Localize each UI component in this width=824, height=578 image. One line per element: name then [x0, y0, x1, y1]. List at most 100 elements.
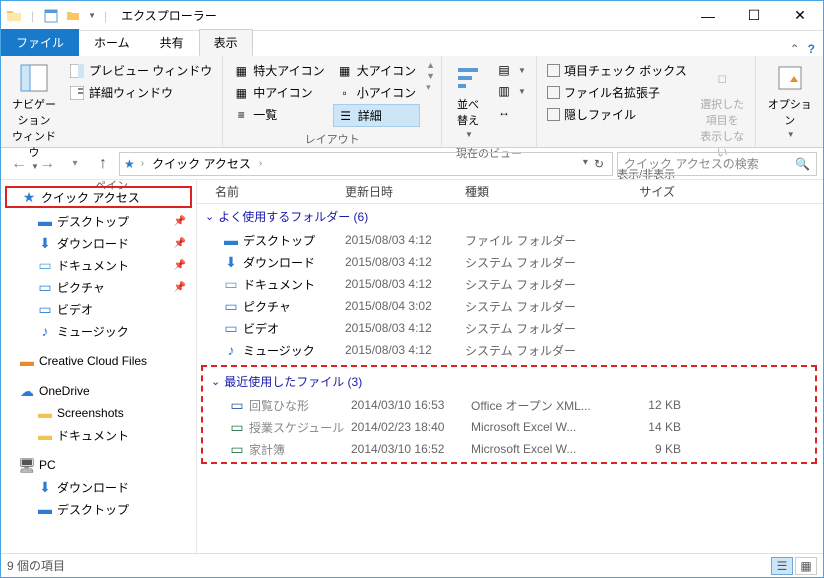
- sidebar-item-documents-od[interactable]: ▬ドキュメント: [1, 424, 196, 446]
- qat-dropdown-icon[interactable]: ▼: [86, 11, 96, 20]
- breadcrumb-arrow-icon[interactable]: ›: [257, 158, 264, 169]
- preview-pane-button[interactable]: プレビュー ウィンドウ: [65, 60, 216, 81]
- hidden-files-toggle[interactable]: 隠しファイル: [543, 104, 691, 125]
- column-type[interactable]: 種類: [465, 183, 615, 200]
- column-headers[interactable]: 名前 更新日時 種類 サイズ: [197, 180, 823, 204]
- navigation-pane[interactable]: ★ クイック アクセス ▬デスクトップ📌 ⬇ダウンロード📌 ▭ドキュメント📌 ▭…: [1, 180, 197, 553]
- sort-button[interactable]: 並べ替え ▼: [446, 58, 490, 143]
- file-size: 12 KB: [621, 398, 681, 412]
- view-medium-button[interactable]: ▦中アイコン: [229, 82, 328, 103]
- list-item[interactable]: ▭ドキュメント2015/08/03 4:12システム フォルダー: [197, 273, 823, 295]
- group-by-button[interactable]: ▤▼: [492, 60, 530, 80]
- sidebar-item-onedrive[interactable]: ☁OneDrive: [1, 380, 196, 402]
- list-item[interactable]: ▭ピクチャ2015/08/04 3:02システム フォルダー: [197, 295, 823, 317]
- close-button[interactable]: ✕: [777, 1, 823, 31]
- ribbon-group-label: レイアウト: [227, 129, 437, 149]
- excel-icon: ▭: [229, 441, 245, 457]
- pictures-icon: ▭: [37, 279, 53, 295]
- videos-icon: ▭: [37, 301, 53, 317]
- tab-share[interactable]: 共有: [145, 29, 199, 56]
- word-icon: ▭: [229, 397, 245, 413]
- breadcrumb-arrow-icon[interactable]: ›: [139, 158, 146, 169]
- column-name[interactable]: 名前: [215, 183, 345, 200]
- file-name: ダウンロード: [243, 254, 315, 271]
- address-dropdown-icon[interactable]: ▾: [583, 157, 588, 171]
- sidebar-item-screenshots[interactable]: ▬Screenshots: [1, 402, 196, 424]
- titlebar: | ▼ | エクスプローラー — ☐ ✕: [1, 1, 823, 31]
- view-details-button[interactable]: ☰詳細: [333, 104, 420, 127]
- layout-more-expand-icon[interactable]: ▾: [426, 82, 435, 93]
- maximize-button[interactable]: ☐: [731, 1, 777, 31]
- refresh-icon[interactable]: ↻: [590, 157, 608, 171]
- list-item[interactable]: ▭授業スケジュール2014/02/23 18:40Microsoft Excel…: [203, 416, 815, 438]
- file-date: 2015/08/03 4:12: [345, 321, 465, 335]
- sidebar-item-documents[interactable]: ▭ドキュメント📌: [1, 254, 196, 276]
- checkbox-icon: [547, 64, 560, 77]
- window-title: エクスプローラー: [115, 7, 685, 24]
- list-item[interactable]: ⬇ダウンロード2015/08/03 4:12システム フォルダー: [197, 251, 823, 273]
- list-item[interactable]: ▭ビデオ2015/08/03 4:12システム フォルダー: [197, 317, 823, 339]
- list-item[interactable]: ▭回覧ひな形2014/03/10 16:53Office オープン XML...…: [203, 394, 815, 416]
- search-input[interactable]: クイック アクセスの検索 🔍: [617, 152, 817, 176]
- layout-more-down-icon[interactable]: ▼: [426, 71, 435, 81]
- sidebar-item-desktop-pc[interactable]: ▬デスクトップ: [1, 498, 196, 520]
- help-icon[interactable]: ?: [808, 42, 815, 56]
- view-large-button[interactable]: ▦大アイコン: [333, 60, 420, 81]
- ribbon-collapse-icon[interactable]: ⌃: [790, 42, 800, 56]
- layout-more-up-icon[interactable]: ▲: [426, 60, 435, 70]
- qat-properties-icon[interactable]: [42, 7, 60, 25]
- sidebar-item-videos[interactable]: ▭ビデオ: [1, 298, 196, 320]
- qat-newfolder-icon[interactable]: [64, 7, 82, 25]
- add-columns-button[interactable]: ▥▼: [492, 81, 530, 101]
- column-size[interactable]: サイズ: [615, 183, 675, 200]
- forward-button[interactable]: →: [35, 152, 59, 176]
- address-box[interactable]: ★ › クイック アクセス › ▾ ↻: [119, 152, 613, 176]
- file-ext-toggle[interactable]: ファイル名拡張子: [543, 82, 691, 103]
- breadcrumb-segment[interactable]: クイック アクセス: [150, 155, 253, 172]
- group-frequent[interactable]: ⌄ よく使用するフォルダー (6): [197, 204, 823, 229]
- sidebar-item-music[interactable]: ♪ミュージック: [1, 320, 196, 342]
- file-size: 9 KB: [621, 442, 681, 456]
- list-item[interactable]: ▭家計簿2014/03/10 16:52Microsoft Excel W...…: [203, 438, 815, 460]
- view-small-button[interactable]: ▫小アイコン: [333, 82, 420, 103]
- group-recent[interactable]: ⌄ 最近使用したファイル (3): [203, 369, 815, 394]
- list-item[interactable]: ♪ミュージック2015/08/03 4:12システム フォルダー: [197, 339, 823, 361]
- details-view-toggle[interactable]: ☰: [771, 557, 793, 575]
- checkbox-icon: [547, 86, 560, 99]
- pictures-icon: ▭: [223, 298, 239, 314]
- back-button[interactable]: ←: [7, 152, 31, 176]
- view-list-button[interactable]: ≡一覧: [229, 104, 328, 125]
- sidebar-item-quick-access[interactable]: ★ クイック アクセス: [5, 186, 192, 208]
- sidebar-item-desktop[interactable]: ▬デスクトップ📌: [1, 210, 196, 232]
- list-item[interactable]: ▬デスクトップ2015/08/03 4:12ファイル フォルダー: [197, 229, 823, 251]
- sidebar-item-creative-cloud[interactable]: ▬Creative Cloud Files: [1, 350, 196, 372]
- item-checkboxes-toggle[interactable]: 項目チェック ボックス: [543, 60, 691, 81]
- options-button[interactable]: オプション ▼: [760, 58, 819, 143]
- file-name: デスクトップ: [243, 232, 315, 249]
- view-toggle: ☰ ▦: [771, 557, 817, 575]
- sidebar-item-pc[interactable]: 🖥PC: [1, 454, 196, 476]
- qat: | ▼ |: [1, 7, 115, 25]
- ribbon-group-layout: ▦特大アイコン ▦中アイコン ≡一覧 ▦大アイコン ▫小アイコン ☰詳細 ▲ ▼…: [223, 56, 442, 147]
- minimize-button[interactable]: —: [685, 1, 731, 31]
- icons-view-toggle[interactable]: ▦: [795, 557, 817, 575]
- up-button[interactable]: ↑: [91, 152, 115, 176]
- sidebar-item-downloads-pc[interactable]: ⬇ダウンロード: [1, 476, 196, 498]
- sidebar-item-downloads[interactable]: ⬇ダウンロード📌: [1, 232, 196, 254]
- tab-home[interactable]: ホーム: [79, 29, 145, 56]
- pin-icon: 📌: [174, 216, 192, 227]
- downloads-icon: ⬇: [37, 479, 53, 495]
- tab-file[interactable]: ファイル: [1, 29, 79, 56]
- file-list[interactable]: 名前 更新日時 種類 サイズ ⌄ よく使用するフォルダー (6) ▬デスクトップ…: [197, 180, 823, 553]
- details-pane-button[interactable]: 詳細ウィンドウ: [65, 82, 216, 103]
- recent-locations-button[interactable]: ▾: [63, 152, 87, 176]
- column-date[interactable]: 更新日時: [345, 183, 465, 200]
- size-columns-button[interactable]: ↔: [492, 102, 530, 122]
- recent-files-highlight: ⌄ 最近使用したファイル (3) ▭回覧ひな形2014/03/10 16:53O…: [201, 365, 817, 464]
- file-type: Microsoft Excel W...: [471, 442, 621, 456]
- tab-view[interactable]: 表示: [199, 29, 253, 56]
- explorer-window: | ▼ | エクスプローラー — ☐ ✕ ファイル ホーム 共有 表示 ⌃ ?: [0, 0, 824, 578]
- file-date: 2015/08/03 4:12: [345, 255, 465, 269]
- view-xlarge-button[interactable]: ▦特大アイコン: [229, 60, 328, 81]
- sidebar-item-pictures[interactable]: ▭ピクチャ📌: [1, 276, 196, 298]
